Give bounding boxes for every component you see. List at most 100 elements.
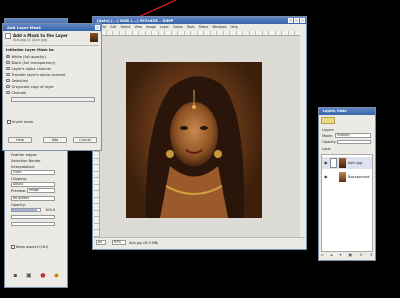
opacity-value: 100.0	[45, 208, 56, 212]
layer-row[interactable]: ◉ Asin.jpg	[322, 157, 372, 169]
radio-icon	[6, 90, 10, 95]
new-layer-icon[interactable]: ▫	[321, 252, 324, 258]
help-button[interactable]: Help	[8, 137, 32, 143]
dialog-title: Add Layer Mask	[3, 24, 101, 31]
delete-layer-icon[interactable]: ✕	[370, 252, 373, 258]
section-label: Initialize Layer Mask to:	[6, 48, 55, 52]
opacity-label: Opacity:	[322, 140, 337, 144]
interpolation-label: Interpolation:	[11, 165, 36, 169]
reset-options-icon[interactable]: ◆	[54, 272, 59, 279]
radio-icon	[6, 60, 10, 65]
layer-thumbnail	[339, 158, 346, 168]
feather-label: Feather edges	[11, 153, 37, 157]
option-selection[interactable]: Selection	[6, 78, 28, 83]
menu-filters[interactable]: Filters	[199, 25, 209, 30]
status-bar: px 63% Asin.jpg (42.9 MB)	[94, 237, 305, 248]
interpolation-select[interactable]: Cubic	[11, 170, 55, 175]
layer-opacity-slider[interactable]	[337, 140, 371, 144]
menu-bar: File Edit Select View Image Layer Colors…	[101, 25, 304, 30]
dialog-subheading: Asin.jpg-11 (Asin.jpg)	[13, 38, 48, 42]
menu-select[interactable]: Select	[121, 25, 131, 30]
option-label: Channel	[11, 90, 27, 95]
cancel-button[interactable]: Cancel	[73, 137, 97, 143]
extra-slider[interactable]	[11, 215, 55, 219]
minimize-button[interactable]	[288, 18, 293, 23]
portrait-graphic	[145, 76, 245, 218]
close-button[interactable]	[300, 18, 305, 23]
add-button[interactable]: Add	[43, 137, 67, 143]
image-window: [Asin] (...) RGB (...) 397x453 – GIMP Fi…	[92, 16, 307, 250]
selection-border-label: Selection Border	[11, 159, 41, 163]
channel-select[interactable]	[11, 97, 95, 102]
preview-label: Preview:	[11, 189, 27, 193]
dialog-separator	[5, 45, 99, 46]
layer-name: Background	[348, 175, 370, 179]
dialog-close-button[interactable]	[95, 25, 100, 30]
lower-layer-icon[interactable]: ▾	[340, 252, 342, 258]
layers-list: ◉ Asin.jpg ◉ Background	[321, 154, 373, 252]
canvas-area[interactable]	[100, 36, 300, 237]
menu-layer[interactable]: Layer	[160, 25, 169, 30]
zoom-select[interactable]: 63%	[112, 240, 126, 245]
opacity-label: Opacity:	[11, 203, 26, 207]
opacity-slider[interactable]	[11, 208, 41, 212]
delete-options-icon[interactable]: ●	[40, 272, 45, 279]
layers-panel-title: Layers, Undo	[319, 108, 375, 115]
save-options-icon[interactable]: ▪	[13, 272, 17, 279]
layers-bottom-bar: ▫ ▴ ▾ ▣ ⚓ ✕	[321, 252, 373, 258]
layer-thumbnail	[339, 172, 346, 182]
clipping-select[interactable]: Adjust	[11, 182, 55, 187]
radio-icon	[6, 84, 10, 89]
restore-options-icon[interactable]: ▣	[26, 272, 32, 279]
menu-edit[interactable]: Edit	[110, 25, 116, 30]
menu-colors[interactable]: Colors	[173, 25, 183, 30]
radio-icon	[6, 66, 10, 71]
invert-mask-checkbox[interactable]	[7, 120, 11, 124]
layer-name: Asin.jpg	[348, 161, 363, 165]
maximize-button[interactable]	[294, 18, 299, 23]
status-text: Asin.jpg (42.9 MB)	[129, 241, 159, 245]
layers-tab[interactable]: Layers	[322, 128, 334, 132]
option-channel[interactable]: Channel	[6, 90, 26, 95]
extra-slider-2[interactable]	[11, 222, 55, 226]
menu-image[interactable]: Image	[146, 25, 156, 30]
visibility-eye-icon[interactable]: ◉	[324, 160, 328, 165]
portrait-image	[126, 62, 262, 218]
menu-view[interactable]: View	[134, 25, 142, 30]
add-layer-mask-dialog: Add Layer Mask Add a Mask to the Layer A…	[2, 23, 102, 151]
toolbox-bottom-bar: ▪ ▣ ● ◆	[9, 271, 63, 279]
keep-aspect-checkbox[interactable]	[11, 245, 15, 249]
menu-help[interactable]: Help	[230, 25, 237, 30]
invert-mask-label: Invert mask	[12, 120, 34, 124]
option-transfer-alpha[interactable]: Transfer layer's alpha channel	[6, 72, 65, 77]
raise-layer-icon[interactable]: ▴	[331, 252, 333, 258]
option-label: Grayscale copy of layer	[11, 84, 54, 89]
option-label: Black (full transparency)	[11, 60, 56, 65]
radio-icon	[6, 78, 10, 83]
option-label: Selection	[11, 78, 29, 83]
mode-select[interactable]: Multiply	[335, 133, 371, 138]
menu-windows[interactable]: Windows	[212, 25, 226, 30]
image-window-title: [Asin] (...) RGB (...) 397x453 – GIMP	[93, 17, 306, 24]
preview-select[interactable]: Image	[27, 188, 55, 193]
option-layer-alpha[interactable]: Layer's alpha channel	[6, 66, 51, 71]
layer-row[interactable]: ◉ Background	[322, 171, 372, 183]
mode-label: Mode:	[322, 134, 334, 138]
option-white-full-opacity[interactable]: White (full opacity)	[6, 54, 46, 59]
option-grayscale-copy[interactable]: Grayscale copy of layer	[6, 84, 54, 89]
option-label: Transfer layer's alpha channel	[11, 72, 66, 77]
anchor-layer-icon[interactable]: ⚓	[359, 252, 363, 258]
option-label: White (full opacity)	[11, 54, 46, 59]
layer-thumbnail	[90, 33, 98, 42]
lock-label: Lock:	[322, 147, 332, 151]
unit-select[interactable]: px	[96, 240, 106, 245]
visibility-eye-icon[interactable]: ◉	[324, 174, 328, 179]
duplicate-layer-icon[interactable]: ▣	[348, 252, 352, 258]
menu-tools[interactable]: Tools	[187, 25, 195, 30]
guides-select[interactable]: No guides	[11, 196, 55, 201]
option-label: Layer's alpha channel	[11, 66, 51, 71]
layer-thumbnail	[330, 158, 337, 168]
layers-toolbar	[321, 117, 335, 124]
option-black-full-transparency[interactable]: Black (full transparency)	[6, 60, 56, 65]
layers-panel: Layers, Undo Layers Mode: Multiply Opaci…	[318, 107, 376, 261]
